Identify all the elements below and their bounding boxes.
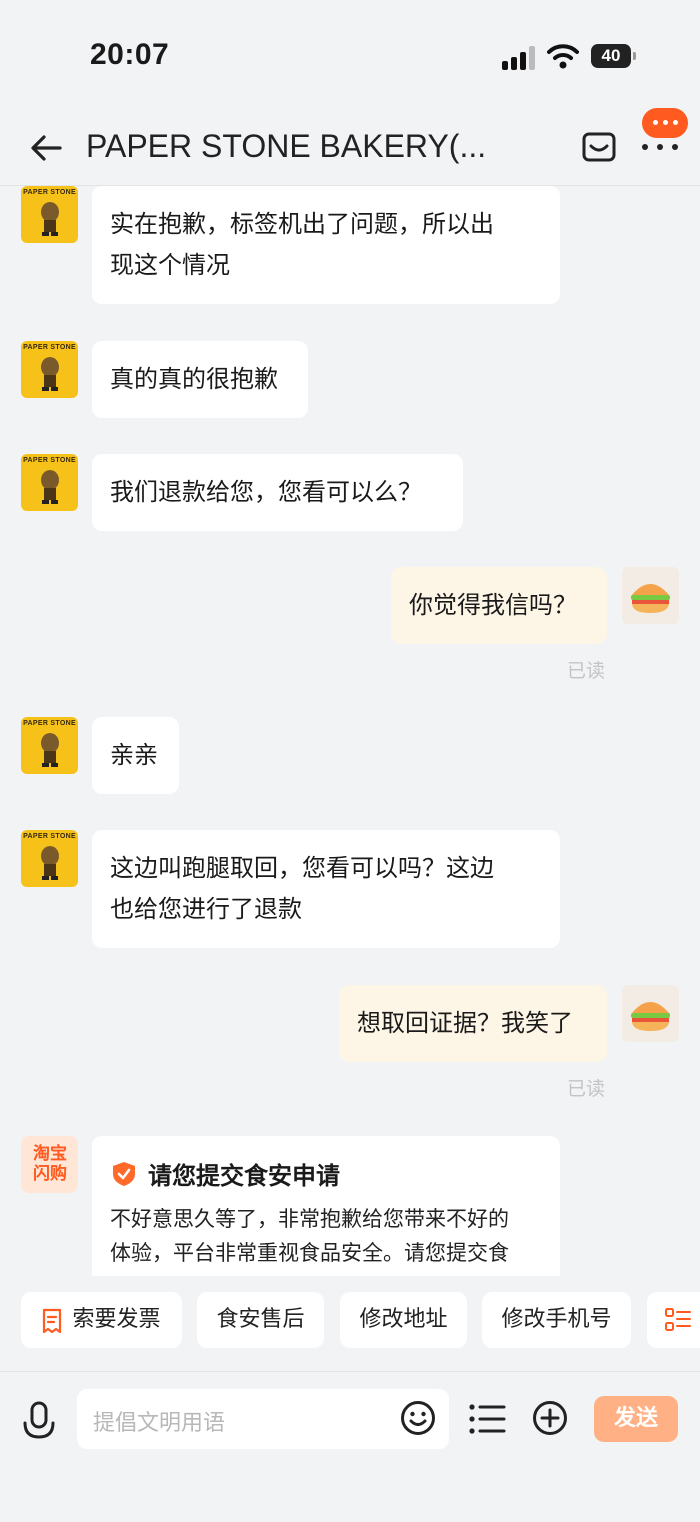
shop-avatar[interactable]: PAPER STONE	[21, 830, 78, 887]
shop-avatar[interactable]: PAPER STONE	[21, 454, 78, 511]
card-body: 不好意思久等了，非常抱歉给您带来不好的 体验，平台非常重视食品安全。请您提交食	[110, 1207, 509, 1265]
user-avatar[interactable]	[622, 567, 679, 624]
incoming-message-bubble[interactable]: 亲亲	[92, 717, 179, 794]
read-receipt: 已读	[567, 1078, 606, 1100]
incoming-message-bubble[interactable]: 我们退款给您，您看可以么？	[92, 454, 463, 531]
change-address-button[interactable]: 修改地址	[340, 1292, 467, 1348]
request-invoice-button[interactable]: 索要发票	[21, 1292, 182, 1348]
outgoing-message-bubble[interactable]: 想取回证据？我笑了	[339, 985, 607, 1062]
wifi-icon	[547, 44, 579, 69]
shop-avatar[interactable]: PAPER STONE	[21, 341, 78, 398]
message-input[interactable]: 提倡文明用语	[77, 1389, 449, 1449]
burger-icon	[631, 584, 670, 613]
send-button[interactable]: 发送	[594, 1396, 678, 1442]
burger-icon	[631, 1002, 670, 1031]
input-bar: 提倡文明用语 发送	[0, 1373, 700, 1522]
more-options-icon[interactable]	[640, 138, 680, 158]
plus-circle-icon[interactable]	[532, 1400, 568, 1436]
input-placeholder: 提倡文明用语	[93, 1411, 226, 1436]
menu-list-icon[interactable]	[468, 1403, 506, 1435]
user-avatar[interactable]	[622, 985, 679, 1042]
store-icon[interactable]	[580, 128, 618, 166]
status-bar: 20:07 40	[0, 0, 700, 110]
card-title: 请您提交食安申请	[148, 1162, 340, 1190]
microphone-icon[interactable]	[22, 1401, 56, 1441]
shop-avatar[interactable]: PAPER STONE	[21, 717, 78, 774]
read-receipt: 已读	[567, 660, 606, 682]
back-arrow-icon[interactable]	[26, 128, 66, 168]
battery-icon: 40	[591, 44, 636, 68]
shield-check-icon	[113, 1162, 135, 1186]
message-text: 实在抱歉，标签机出了问题，所以出	[110, 210, 494, 238]
shop-avatar[interactable]: PAPER STONE	[21, 186, 78, 243]
chat-header: PAPER STONE BAKERY(...	[0, 110, 700, 186]
chat-message-list[interactable]: PAPER STONE 实在抱歉，标签机出了问题，所以出 现这个情况 PAPER…	[0, 186, 700, 1276]
message-text: 想取回证据？我笑了	[357, 1009, 573, 1037]
message-text: 也给您进行了退款	[110, 895, 302, 923]
status-time: 20:07	[90, 38, 170, 71]
list-grid-icon	[665, 1308, 691, 1331]
message-text: 我们退款给您，您看可以么？	[110, 478, 422, 506]
message-text: 你觉得我信吗？	[409, 591, 577, 619]
shop-title[interactable]: PAPER STONE BAKERY(...	[86, 128, 506, 165]
more-actions-button[interactable]	[647, 1292, 700, 1348]
incoming-message-bubble[interactable]: 真的真的很抱歉	[92, 341, 308, 418]
food-safety-aftersale-button[interactable]: 食安售后	[197, 1292, 324, 1348]
message-bubble-badge-icon[interactable]	[642, 108, 688, 138]
message-text: 现这个情况	[110, 251, 230, 279]
outgoing-message-bubble[interactable]: 你觉得我信吗？	[391, 567, 607, 644]
food-safety-card[interactable]: 请您提交食安申请 不好意思久等了，非常抱歉给您带来不好的 体验，平台非常重视食品…	[92, 1136, 560, 1276]
message-text: 亲亲	[110, 741, 158, 769]
quick-actions-bar: 索要发票 食安售后 修改地址 修改手机号	[0, 1276, 700, 1372]
emoji-icon[interactable]	[400, 1400, 436, 1436]
incoming-message-bubble[interactable]: 实在抱歉，标签机出了问题，所以出 现这个情况	[92, 186, 560, 304]
taobao-shangou-avatar[interactable]: 淘宝 闪购	[21, 1136, 78, 1193]
message-text: 这边叫跑腿取回，您看可以吗？这边	[110, 854, 494, 882]
incoming-message-bubble[interactable]: 这边叫跑腿取回，您看可以吗？这边 也给您进行了退款	[92, 830, 560, 948]
receipt-icon	[42, 1308, 62, 1334]
change-phone-button[interactable]: 修改手机号	[482, 1292, 631, 1348]
message-text: 真的真的很抱歉	[110, 365, 278, 393]
cellular-signal-icon	[502, 46, 538, 70]
